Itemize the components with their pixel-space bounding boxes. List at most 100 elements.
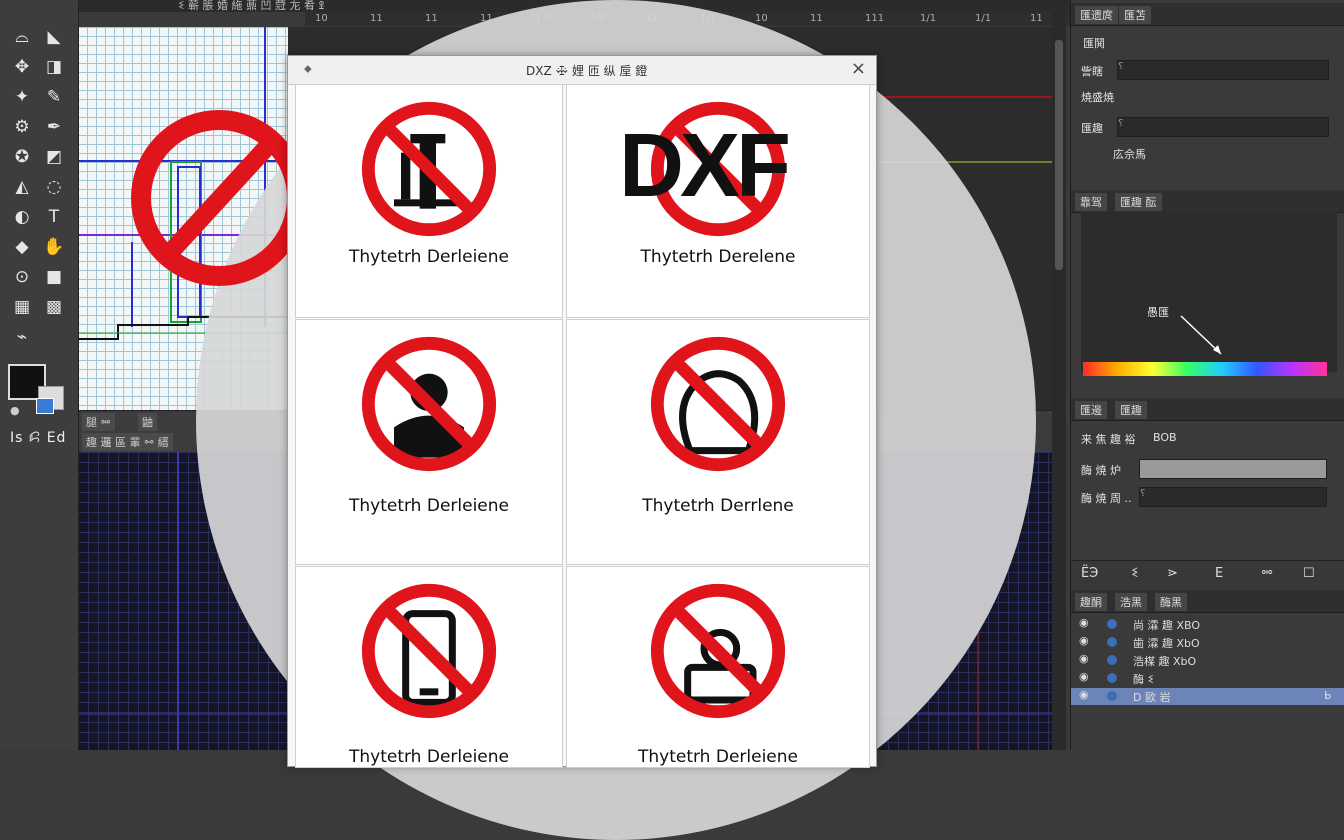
ruler-tick-label: 11 (1030, 13, 1043, 24)
prop2-slider[interactable] (1139, 459, 1327, 479)
layer-row[interactable]: ◉ D 歐 岩 ᖯ (1071, 688, 1344, 705)
layers-tab-3[interactable]: 酶黑 (1155, 593, 1187, 611)
fx-icon[interactable]: ЁЭ (1081, 566, 1098, 581)
prop3-input[interactable]: ⸮ (1139, 487, 1327, 507)
dxf-overlay-text: DXF (619, 116, 791, 216)
scrollbar-thumb[interactable] (1055, 40, 1063, 270)
eraser-icon[interactable]: ◩ (42, 146, 66, 168)
type-icon[interactable]: T (42, 206, 66, 228)
color-panel-header: 靠驾 匯趣 酝 (1071, 190, 1344, 213)
layer-actions-row: ЁЭ ꗨ ⋗ E ꗮ ☐ (1071, 560, 1344, 589)
brush-icon[interactable]: ✎ (42, 86, 66, 108)
prop3-value: ⸮ (1140, 488, 1146, 499)
color-spectrum-bar[interactable] (1083, 362, 1327, 376)
phone-prohibited-icon (361, 583, 497, 719)
mask-icon[interactable]: ꗨ (1131, 566, 1139, 581)
layer-thumbnail (1107, 637, 1117, 647)
layer-name: 歯 瀮 趣 XbO (1133, 637, 1200, 650)
symbol-cell[interactable]: Thytetrh Derleiene (295, 84, 563, 318)
stamp-icon[interactable]: ✪ (10, 146, 34, 168)
field1-input[interactable]: ⸮ (1117, 60, 1329, 80)
pin-icon[interactable]: ⬥ (304, 62, 312, 76)
panel-tab-1[interactable]: 匯遗庹 (1075, 6, 1118, 24)
color-picker-area[interactable]: 愚匯 (1081, 212, 1337, 372)
layers-tab-2[interactable]: 浩黑 (1115, 593, 1147, 611)
blur-icon[interactable]: ◌ (42, 176, 66, 198)
symbol-cell[interactable]: Thytetrh Derleiene (295, 566, 563, 768)
field2-note: 庅佘馬 (1113, 148, 1146, 161)
new-layer-icon[interactable]: ꗮ (1261, 566, 1273, 581)
symbol-label: Thytetrh Derrlene (642, 496, 794, 516)
layer-row[interactable]: ◉ 浩楳 趣 XbO (1071, 652, 1344, 669)
ruler-tick-label: 11 (810, 13, 823, 24)
panel-tab-2[interactable]: 匯苫 (1119, 6, 1151, 24)
layer-thumbnail (1107, 673, 1117, 683)
dodge-icon[interactable]: ◐ (10, 206, 34, 228)
right-panel-dock: 匯遗庹 匯苫 匯鬨 訾瞎 ⸮ 焼盛焼 匯趣 ⸮ 庅佘馬 靠驾 匯趣 酝 愚匯 匯… (1070, 0, 1344, 750)
ruler-tick-label: 10 (315, 13, 328, 24)
toolbar-mode-label[interactable]: Is ꗲ Ed (10, 430, 66, 446)
layer-thumbnail (1107, 691, 1117, 701)
hand-icon[interactable]: ✋ (42, 236, 66, 258)
symbol-label: Thytetrh Derleiene (348, 247, 509, 267)
color-tab-2[interactable]: 匯趣 酝 (1115, 193, 1162, 211)
layer-row[interactable]: ◉ 酶 ꗨ (1071, 670, 1344, 687)
document-tab-label[interactable]: ꗨ 蕲 脹 婚 絁 薡 凹 蒄 㔫 肴 ꖵ (178, 0, 324, 13)
ruler-tick-label: 111 (865, 13, 885, 24)
swap-colors-icon[interactable] (36, 398, 54, 414)
symbol-cell[interactable]: Thytetrh Derleiene (295, 319, 563, 565)
layer-row[interactable]: ◉ 尚 瀮 趣 XBO (1071, 616, 1344, 633)
eye-icon[interactable]: ◉ (1079, 688, 1089, 701)
color-tab-1[interactable]: 靠驾 (1075, 193, 1107, 211)
wand-icon[interactable]: ✦ (10, 86, 34, 108)
strip-tab-2[interactable]: 鼬 (138, 413, 157, 431)
layers-panel-header: 趣酮 浩黑 酶黑 (1071, 590, 1344, 613)
adjust-tab-2[interactable]: 匯趣 (1115, 401, 1147, 419)
ruler-tick-label: 10 (755, 13, 768, 24)
field2-input[interactable]: ⸮ (1117, 117, 1329, 137)
adjust-icon[interactable]: ⋗ (1167, 566, 1178, 581)
field2-value: ⸮ (1118, 118, 1124, 129)
trash-icon[interactable]: ☐ (1303, 566, 1315, 581)
move-icon[interactable]: ✥ (10, 56, 34, 78)
field2-label: 匯趣 (1081, 122, 1103, 135)
adjust-panel-header: 匯邊 匯趣 (1071, 398, 1344, 421)
field1-value: ⸮ (1118, 61, 1124, 72)
layer-row[interactable]: ◉ 歯 瀮 趣 XbO (1071, 634, 1344, 651)
symbol-label: Thytetrh Derleiene (348, 496, 509, 516)
eye-icon[interactable]: ◉ (1079, 616, 1089, 629)
rect-icon[interactable]: ■ (42, 266, 66, 288)
eye-icon[interactable]: ◉ (1079, 652, 1089, 665)
adjust-tab-1[interactable]: 匯邊 (1075, 401, 1107, 419)
symbol-cell[interactable]: Thytetrh Derrlene (566, 319, 870, 565)
field1-label: 訾瞎 (1081, 65, 1103, 78)
default-colors-icon[interactable]: ● (10, 404, 20, 417)
shape-icon[interactable]: ◆ (10, 236, 34, 258)
fill-icon[interactable]: ◭ (10, 176, 34, 198)
lasso-icon[interactable]: ⌓ (10, 26, 34, 48)
strip-tab-1[interactable]: 腿 ꗮ (82, 413, 115, 431)
close-button[interactable]: × (851, 58, 866, 79)
layers-tab-1[interactable]: 趣酮 (1075, 593, 1107, 611)
dialog-titlebar[interactable]: ⬥ DXZ ꗾ 娌 匝 纵 垕 鐙 × (288, 56, 876, 85)
user-box-prohibited-icon (650, 583, 786, 719)
layer-name: D 歐 岩 (1133, 691, 1171, 704)
symbol-cell[interactable]: DXF Thytetrh Derelene (566, 84, 870, 318)
eyedropper-icon[interactable]: ⌁ (10, 326, 34, 348)
gear-icon[interactable]: ⚙ (10, 116, 34, 138)
layer-name: 浩楳 趣 XbO (1133, 655, 1197, 668)
group-icon[interactable]: E (1215, 566, 1223, 581)
prop1-label: 来 焦 趣 裕 (1081, 433, 1136, 446)
grid-icon[interactable]: ▩ (42, 296, 66, 318)
select-icon[interactable]: ▦ (10, 296, 34, 318)
zoom-icon[interactable]: ⊙ (10, 266, 34, 288)
crop-icon[interactable]: ◨ (42, 56, 66, 78)
strip-tab-3[interactable]: 趣 邏 區 輩 ꗬ 縉 (82, 433, 173, 451)
eye-icon[interactable]: ◉ (1079, 670, 1089, 683)
prop3-label: 酶 焼 周 .. (1081, 492, 1132, 505)
eye-icon[interactable]: ◉ (1079, 634, 1089, 647)
arrow-icon[interactable]: ◣ (42, 26, 66, 48)
tools-panel: ⌓ ◣ ✥ ◨ ✦ ✎ ⚙ ✒ ✪ ◩ ◭ ◌ ◐ T ◆ ✋ ⊙ ■ ▦ ▩ ⌁ ● Is ꗲ Ed (0, 0, 79, 750)
pen-icon[interactable]: ✒ (42, 116, 66, 138)
symbol-cell[interactable]: Thytetrh Derleiene (566, 566, 870, 768)
